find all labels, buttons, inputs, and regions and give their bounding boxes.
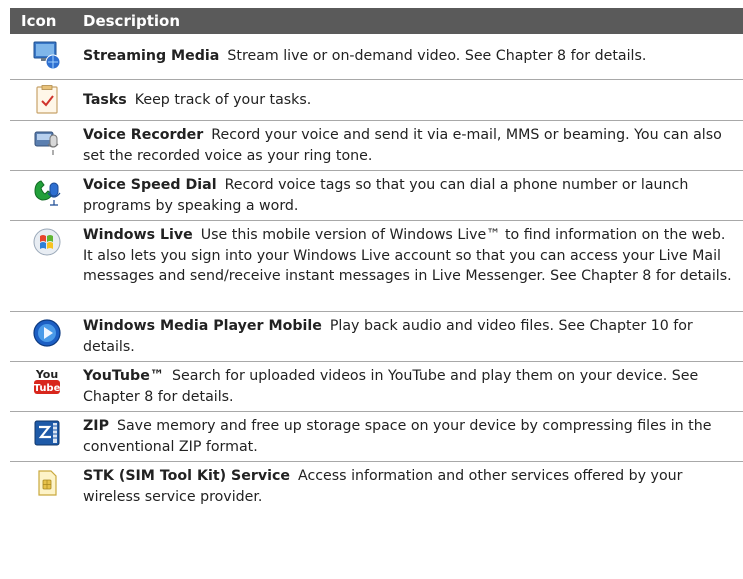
streaming-media-icon (33, 41, 60, 70)
item-name: ZIP (83, 418, 109, 434)
icon-description-table: Icon Description Streaming Media Stream l… (10, 8, 743, 512)
voice-speed-dial-icon (33, 180, 60, 206)
table-row: STK (SIM Tool Kit) Service Access informa… (10, 462, 743, 512)
item-description: Keep track of your tasks. (134, 92, 312, 108)
item-name: Windows Media Player Mobile (83, 318, 322, 334)
item-description: Search for uploaded videos in YouTube an… (83, 368, 699, 405)
table-row: You Tube YouTube™ Search for uploaded vid… (10, 362, 743, 412)
item-name: Windows Live (83, 227, 193, 243)
media-player-icon (32, 319, 61, 347)
youtube-icon: You Tube (33, 368, 60, 394)
item-name: YouTube™ (83, 368, 165, 384)
table-row: Voice Speed Dial Record voice tags so tha… (10, 171, 743, 221)
youtube-logo-top: You (34, 368, 57, 381)
item-name: Voice Speed Dial (83, 177, 217, 193)
item-name: Streaming Media (83, 48, 220, 64)
table-header: Icon Description (10, 8, 743, 34)
youtube-logo-bottom: Tube (33, 383, 60, 394)
item-name: Tasks (83, 92, 127, 108)
item-name: Voice Recorder (83, 127, 204, 143)
voice-recorder-icon (34, 131, 58, 155)
table-row: Tasks Keep track of your tasks. (10, 80, 743, 121)
header-description-column: Description (83, 12, 181, 30)
zip-icon (34, 420, 59, 446)
table-row: Windows Media Player Mobile Play back aud… (10, 312, 743, 362)
sim-card-icon (37, 470, 57, 496)
table-row: Windows Live Use this mobile version of W… (10, 221, 743, 312)
item-description: Save memory and free up storage space on… (83, 418, 712, 455)
table-row: Streaming Media Stream live or on-demand … (10, 34, 743, 80)
table-row: Voice Recorder Record your voice and send… (10, 121, 743, 171)
item-description: Stream live or on-demand video. See Chap… (227, 48, 647, 64)
item-name: STK (SIM Tool Kit) Service (83, 468, 290, 484)
tasks-icon (35, 85, 58, 114)
header-icon-column: Icon (21, 12, 57, 30)
windows-live-icon (33, 228, 60, 256)
table-row: ZIP Save memory and free up storage space… (10, 412, 743, 462)
